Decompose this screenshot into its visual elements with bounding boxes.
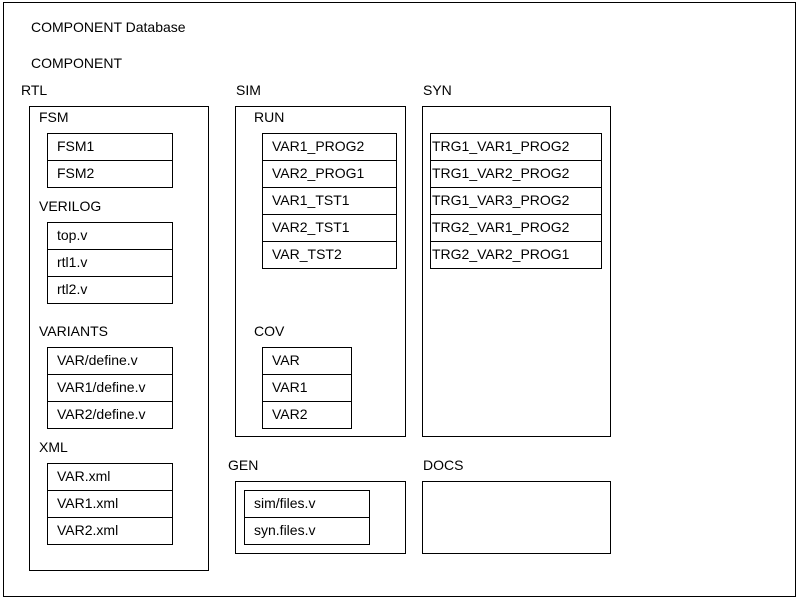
list-item: VAR2_TST1 — [263, 214, 396, 241]
fsm-label: FSM — [39, 109, 69, 125]
list-item: syn.files.v — [245, 517, 369, 544]
gen-list: sim/files.v syn.files.v — [244, 490, 370, 545]
variants-label: VARIANTS — [39, 323, 108, 339]
docs-box — [422, 481, 611, 554]
list-item: VAR2/define.v — [48, 401, 172, 428]
list-item: TRG1_VAR1_PROG2 — [432, 138, 570, 154]
sim-label: SIM — [236, 82, 261, 98]
component-label: COMPONENT — [31, 55, 122, 71]
verilog-label: VERILOG — [39, 198, 102, 214]
cov-list: VAR VAR1 VAR2 — [262, 347, 352, 429]
list-item: VAR.xml — [57, 468, 111, 484]
variants-list: VAR/define.v VAR1/define.v VAR2/define.v — [47, 347, 173, 429]
list-item: VAR1_TST1 — [263, 187, 396, 214]
rtl-label: RTL — [21, 82, 48, 98]
list-item: TRG1_VAR2_PROG2 — [431, 160, 601, 187]
list-item: VAR_TST2 — [263, 241, 396, 268]
list-item: rtl1.v — [48, 249, 172, 276]
syn-list: TRG1_VAR1_PROG2 TRG1_VAR2_PROG2 TRG1_VAR… — [430, 133, 602, 269]
list-item: VAR1 — [263, 374, 351, 401]
list-item: TRG1_VAR3_PROG2 — [431, 187, 601, 214]
list-item: TRG2_VAR1_PROG2 — [431, 214, 601, 241]
list-item: TRG2_VAR2_PROG1 — [431, 241, 601, 268]
gen-label: GEN — [228, 457, 259, 473]
list-item: VAR2_PROG1 — [263, 160, 396, 187]
list-item: rtl2.v — [48, 276, 172, 303]
list-item: VAR — [272, 352, 300, 368]
verilog-list: top.v rtl1.v rtl2.v — [47, 222, 173, 304]
run-list: VAR1_PROG2 VAR2_PROG1 VAR1_TST1 VAR2_TST… — [262, 133, 397, 269]
fsm-list: FSM1 FSM2 — [47, 133, 173, 188]
list-item: VAR2 — [263, 401, 351, 428]
list-item: VAR1_PROG2 — [272, 138, 365, 154]
list-item: VAR2.xml — [48, 517, 172, 544]
list-item: FSM2 — [48, 160, 172, 187]
xml-label: XML — [39, 439, 68, 455]
docs-label: DOCS — [423, 457, 464, 473]
list-item: top.v — [57, 227, 88, 243]
syn-label: SYN — [423, 82, 452, 98]
list-item: sim/files.v — [254, 495, 316, 511]
xml-list: VAR.xml VAR1.xml VAR2.xml — [47, 463, 173, 545]
run-label: RUN — [254, 109, 285, 125]
list-item: FSM1 — [57, 138, 95, 154]
list-item: VAR/define.v — [57, 352, 138, 368]
diagram-title: COMPONENT Database — [31, 19, 186, 35]
list-item: VAR1/define.v — [48, 374, 172, 401]
list-item: VAR1.xml — [48, 490, 172, 517]
cov-label: COV — [254, 323, 285, 339]
